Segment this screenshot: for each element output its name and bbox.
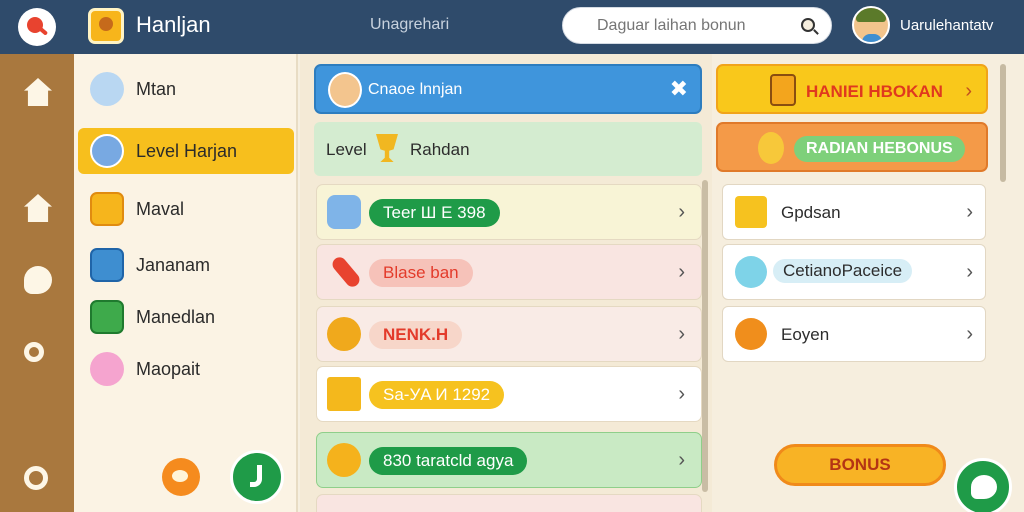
app-title: Hanljan bbox=[136, 12, 211, 37]
key-icon bbox=[735, 256, 767, 288]
orange-action-button[interactable] bbox=[162, 458, 200, 496]
reward-label: Eoyen bbox=[781, 325, 830, 344]
list-item[interactable]: Sa-УA И 1292 › bbox=[316, 366, 702, 422]
search-icon[interactable] bbox=[801, 18, 815, 32]
hook-icon bbox=[250, 465, 262, 487]
item-pill: Sa-УA И 1292 bbox=[369, 381, 505, 409]
left-rail bbox=[0, 54, 74, 512]
coin-icon bbox=[327, 317, 361, 351]
scroll-icon bbox=[770, 74, 796, 106]
list-item[interactable]: NENK.H › bbox=[316, 306, 702, 362]
reward-row[interactable]: Eoyen › bbox=[722, 306, 986, 362]
list-item[interactable]: Teer Ш Е 398 › bbox=[316, 184, 702, 240]
green-action-button[interactable] bbox=[230, 450, 284, 504]
check-icon bbox=[90, 300, 124, 334]
username[interactable]: Uarulehantatv bbox=[900, 17, 993, 34]
search-bar[interactable] bbox=[562, 7, 832, 44]
card-icon bbox=[327, 377, 361, 411]
sidebar-item-label: Maval bbox=[136, 199, 185, 219]
scrollbar[interactable] bbox=[1000, 64, 1006, 182]
sidebar: Mtan Level Harjan Maval Jananam Manedlan… bbox=[74, 54, 298, 512]
close-icon[interactable]: ✖ bbox=[670, 78, 688, 100]
shop-icon[interactable] bbox=[24, 194, 52, 222]
crown-icon bbox=[90, 192, 124, 226]
reward-row[interactable]: CetianoPaceice › bbox=[722, 244, 986, 300]
page-subtitle: Unagrehari bbox=[370, 16, 450, 33]
list-item[interactable]: 830 taratcld agya › bbox=[316, 432, 702, 488]
sidebar-item-manedlan[interactable]: Manedlan bbox=[78, 294, 294, 340]
top-reward-button[interactable]: HANIEI HBOKAN › bbox=[716, 64, 988, 114]
tools-icon[interactable] bbox=[24, 266, 52, 294]
robot-icon bbox=[90, 72, 124, 106]
bonus-banner[interactable]: RADIAN HEBONUS bbox=[716, 122, 988, 172]
chevron-right-icon: › bbox=[678, 323, 685, 345]
star-icon bbox=[735, 196, 767, 228]
character-icon bbox=[90, 134, 124, 168]
chevron-right-icon: › bbox=[678, 201, 685, 223]
chevron-right-icon: › bbox=[678, 449, 685, 471]
chevron-right-icon: › bbox=[966, 201, 973, 223]
sidebar-item-label: Manedlan bbox=[136, 307, 216, 327]
top-reward-label: HANIEI HBOKAN bbox=[806, 82, 943, 101]
search-rail-icon[interactable] bbox=[24, 342, 44, 362]
trophy-icon bbox=[376, 134, 398, 162]
main-list: Cnaoe lnnjan ✖ Level Rahdan Teer Ш Е 398… bbox=[300, 54, 712, 512]
level-name: Rahdan bbox=[410, 140, 470, 159]
sidebar-item-maopait[interactable]: Maopait bbox=[78, 346, 294, 392]
home-icon[interactable] bbox=[24, 78, 52, 106]
chevron-right-icon: › bbox=[678, 383, 685, 405]
chat-icon[interactable] bbox=[954, 458, 1012, 512]
item-pill: Blase ban bbox=[369, 259, 473, 287]
sidebar-item-level-harjan[interactable]: Level Harjan bbox=[78, 128, 294, 174]
user-avatar[interactable] bbox=[852, 6, 890, 44]
sidebar-item-mtan[interactable]: Mtan bbox=[78, 66, 294, 112]
sidebar-item-label: Jananam bbox=[136, 255, 211, 275]
item-pill: 830 taratcld agya bbox=[369, 447, 528, 475]
list-item[interactable]: Blase ban › bbox=[316, 244, 702, 300]
level-label: Level bbox=[326, 140, 367, 159]
sidebar-item-jananam[interactable]: Jananam bbox=[78, 242, 294, 288]
right-panel: HANIEI HBOKAN › RADIAN HEBONUS Gpdsan › … bbox=[712, 54, 1024, 512]
coin-icon bbox=[735, 318, 767, 350]
grid-icon bbox=[90, 248, 124, 282]
list-item-partial[interactable] bbox=[316, 494, 702, 512]
top-bar: Hanljan Unagrehari Uarulehantatv bbox=[0, 0, 1024, 54]
level-header: Level Rahdan bbox=[314, 122, 702, 176]
coins-icon bbox=[758, 132, 784, 164]
orange-slice-icon bbox=[327, 443, 361, 477]
reward-row[interactable]: Gpdsan › bbox=[722, 184, 986, 240]
sidebar-item-label: Mtan bbox=[136, 79, 177, 99]
reward-label: Gpdsan bbox=[781, 203, 841, 222]
search-input[interactable] bbox=[597, 16, 797, 36]
app-title-icon bbox=[88, 8, 124, 44]
profile-banner[interactable]: Cnaoe lnnjan ✖ bbox=[314, 64, 702, 114]
pencil-icon bbox=[329, 254, 363, 290]
puzzle-icon bbox=[327, 195, 361, 229]
settings-icon[interactable] bbox=[24, 466, 48, 490]
item-pill: Teer Ш Е 398 bbox=[369, 199, 500, 227]
chevron-right-icon: › bbox=[965, 80, 972, 102]
chevron-right-icon: › bbox=[966, 261, 973, 283]
bonus-button[interactable]: BONUS bbox=[774, 444, 946, 486]
banner-text: Cnaoe lnnjan bbox=[368, 81, 463, 98]
item-pill: NENK.H bbox=[369, 321, 463, 349]
banner-avatar bbox=[328, 72, 362, 108]
chevron-right-icon: › bbox=[678, 261, 685, 283]
reward-label: CetianoPaceice bbox=[773, 259, 913, 283]
app-logo-icon[interactable] bbox=[18, 8, 56, 46]
bonus-banner-label: RADIAN HEBONUS bbox=[794, 136, 965, 162]
piggy-icon bbox=[90, 352, 124, 386]
chevron-right-icon: › bbox=[966, 323, 973, 345]
sidebar-item-label: Level Harjan bbox=[136, 141, 238, 161]
sidebar-item-maval[interactable]: Maval bbox=[78, 186, 294, 232]
sidebar-item-label: Maopait bbox=[136, 359, 201, 379]
scrollbar[interactable] bbox=[702, 180, 708, 492]
